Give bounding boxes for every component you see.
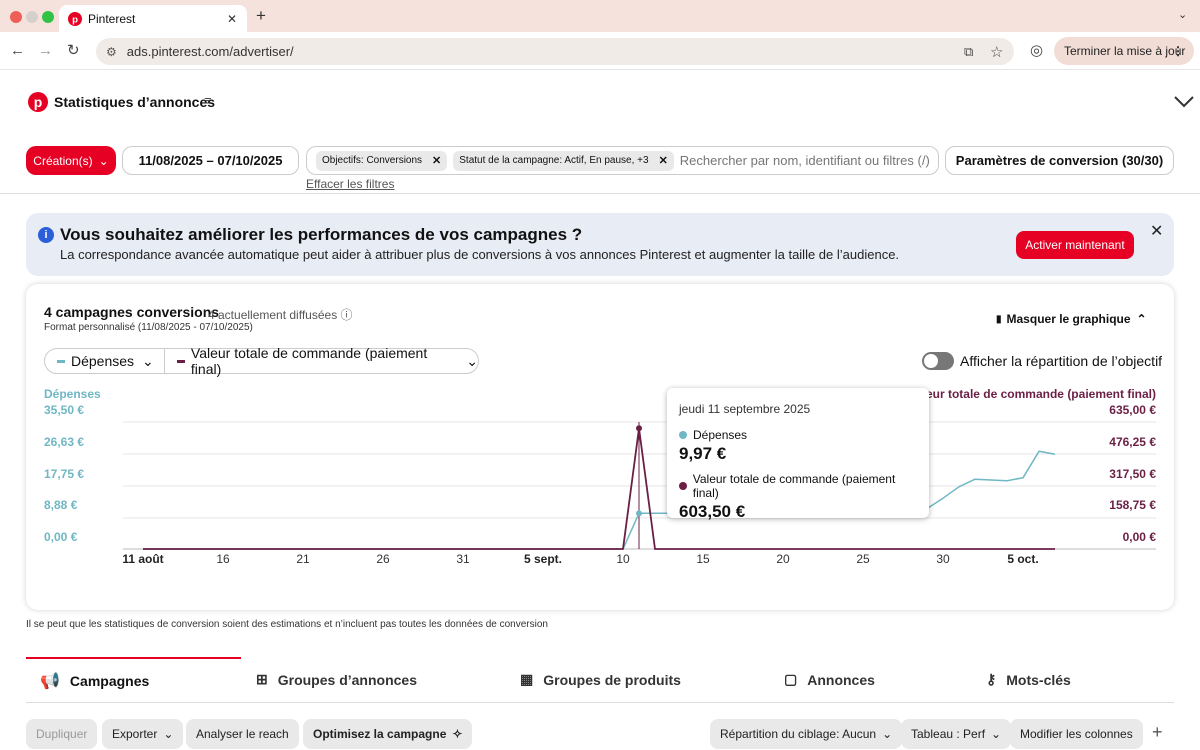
entity-tabs: 📢 Campagnes ⊞ Groupes d’annonces ▦ Groupes … — [26, 657, 1174, 703]
megaphone-icon: 📢 — [40, 673, 60, 690]
optimize-label: Optimisez la campagne — [313, 727, 447, 741]
tooltip-series2-value: 603,50 € — [679, 502, 746, 521]
disclaimer: Il se peut que les statistiques de conve… — [26, 619, 548, 630]
order-value-hover-point — [636, 425, 642, 432]
ads-icon: ▢ — [784, 671, 798, 687]
active-tab-indicator — [26, 657, 241, 659]
chevron-down-icon: ⌄ — [991, 727, 1002, 741]
analyze-reach-button[interactable]: Analyser le reach — [186, 719, 299, 749]
tooltip-date: jeudi 11 septembre 2025 — [679, 402, 811, 416]
key-icon: ⚷ — [986, 671, 997, 687]
tooltip-series2: Valeur totale de commande (paiement fina… — [679, 472, 917, 500]
tab-label: Groupes d’annonces — [277, 671, 417, 688]
tab-ad-groups[interactable]: ⊞ Groupes d’annonces — [256, 671, 417, 688]
tab-ads[interactable]: ▢ Annonces — [784, 671, 875, 688]
tab-label: Annonces — [807, 671, 875, 688]
tab-campaigns[interactable]: 📢 Campagnes — [40, 671, 149, 691]
edit-columns-button[interactable]: Modifier les colonnes — [1010, 719, 1143, 749]
add-icon[interactable]: + — [1152, 722, 1163, 743]
tooltip-series2-name: Valeur totale de commande (paiement fina… — [692, 472, 896, 500]
spend-hover-point — [636, 510, 642, 517]
tab-label: Groupes de produits — [543, 671, 681, 688]
tab-label: Campagnes — [69, 673, 150, 689]
targeting-breakdown-dropdown[interactable]: Répartition du ciblage: Aucun ⌄ — [710, 719, 903, 749]
targeting-label: Répartition du ciblage: Aucun — [720, 727, 877, 741]
order-value-dot-icon — [679, 482, 687, 490]
tooltip-series1-name: Dépenses — [693, 428, 748, 442]
tooltip-series1-value: 9,97 € — [679, 444, 727, 463]
sparkle-icon: ✧ — [452, 727, 463, 741]
export-label: Exporter — [112, 727, 158, 741]
product-groups-icon: ▦ — [520, 671, 534, 687]
tab-label: Mots-clés — [1006, 671, 1071, 688]
tooltip-series1: Dépenses — [679, 428, 917, 442]
spend-dot-icon — [679, 431, 687, 439]
table-label: Tableau : Perf — [911, 727, 986, 741]
chevron-down-icon: ⌄ — [882, 727, 893, 741]
chevron-down-icon: ⌄ — [163, 727, 174, 741]
table-view-dropdown[interactable]: Tableau : Perf ⌄ — [901, 719, 1012, 749]
chart-tooltip: jeudi 11 septembre 2025 Dépenses 9,97 € … — [667, 388, 929, 521]
duplicate-button[interactable]: Dupliquer — [26, 719, 98, 749]
tab-keywords[interactable]: ⚷ Mots-clés — [986, 671, 1071, 688]
export-button[interactable]: Exporter ⌄ — [102, 719, 184, 749]
ad-groups-icon: ⊞ — [256, 671, 268, 687]
performance-chart[interactable] — [0, 0, 1200, 750]
optimize-campaign-button[interactable]: Optimisez la campagne ✧ — [303, 719, 473, 749]
tab-product-groups[interactable]: ▦ Groupes de produits — [520, 671, 681, 688]
